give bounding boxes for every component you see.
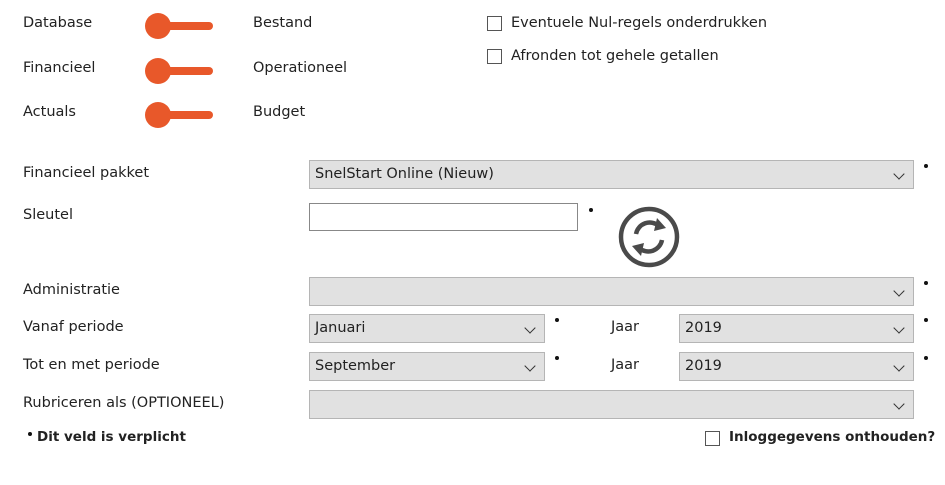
package-select-value: SnelStart Online (Nieuw) (315, 166, 494, 182)
toggle-right-label-budget: Budget (253, 104, 306, 120)
chevron-down-icon (893, 322, 905, 334)
toggle-left-label-database: Database (23, 15, 93, 31)
required-marker (589, 208, 593, 212)
toggle-database-bestand[interactable] (145, 12, 215, 40)
required-marker (555, 318, 559, 322)
required-marker (28, 432, 32, 436)
to-year-select-value: 2019 (685, 358, 722, 374)
required-note: Dit veld is verplicht (37, 429, 186, 445)
chevron-down-icon (893, 285, 905, 297)
key-label: Sleutel (23, 207, 73, 223)
to-period-label: Tot en met periode (23, 357, 160, 373)
suppress-zero-checkbox[interactable] (487, 16, 502, 31)
chevron-down-icon (893, 360, 905, 372)
administration-select[interactable] (309, 277, 914, 306)
toggle-knob (145, 58, 171, 84)
toggle-knob (145, 13, 171, 39)
required-marker (924, 318, 928, 322)
required-marker (555, 356, 559, 360)
classify-label: Rubriceren als (OPTIONEEL) (23, 395, 225, 411)
chevron-down-icon (893, 398, 905, 410)
key-input[interactable] (309, 203, 578, 231)
to-period-select[interactable]: September (309, 352, 545, 381)
chevron-down-icon (524, 322, 536, 334)
from-period-select-value: Januari (315, 320, 366, 336)
toggle-knob (145, 102, 171, 128)
from-period-select[interactable]: Januari (309, 314, 545, 343)
toggle-right-label-operationeel: Operationeel (253, 60, 348, 76)
to-year-select[interactable]: 2019 (679, 352, 914, 381)
chevron-down-icon (524, 360, 536, 372)
required-marker (924, 356, 928, 360)
to-year-label: Jaar (611, 357, 640, 373)
administration-label: Administratie (23, 282, 120, 298)
from-year-label: Jaar (611, 319, 640, 335)
remember-login-checkbox[interactable] (705, 431, 720, 446)
remember-login-label: Inloggegevens onthouden? (729, 429, 936, 445)
required-marker (924, 281, 928, 285)
toggle-right-label-bestand: Bestand (253, 15, 313, 31)
from-period-label: Vanaf periode (23, 319, 124, 335)
suppress-zero-label: Eventuele Nul-regels onderdrukken (511, 15, 768, 31)
toggle-financieel-operationeel[interactable] (145, 57, 215, 85)
toggle-actuals-budget[interactable] (145, 101, 215, 129)
package-select[interactable]: SnelStart Online (Nieuw) (309, 160, 914, 189)
round-whole-label: Afronden tot gehele getallen (511, 48, 719, 64)
toggle-left-label-actuals: Actuals (23, 104, 76, 120)
classify-select[interactable] (309, 390, 914, 419)
chevron-down-icon (893, 168, 905, 180)
round-whole-checkbox[interactable] (487, 49, 502, 64)
from-year-select[interactable]: 2019 (679, 314, 914, 343)
toggle-left-label-financieel: Financieel (23, 60, 96, 76)
required-marker (924, 164, 928, 168)
to-period-select-value: September (315, 358, 396, 374)
refresh-icon[interactable] (617, 205, 681, 269)
from-year-select-value: 2019 (685, 320, 722, 336)
package-label: Financieel pakket (23, 165, 150, 181)
